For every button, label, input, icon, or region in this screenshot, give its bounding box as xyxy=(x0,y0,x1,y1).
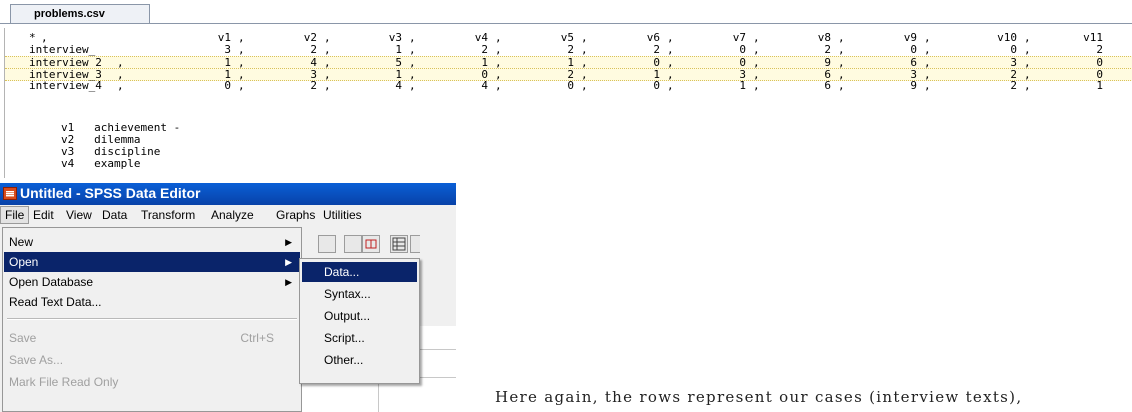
csv-delimiter: , xyxy=(409,79,416,92)
submenu-arrow-icon: ▶ xyxy=(285,277,292,287)
menu-item-label: Read Text Data... xyxy=(9,295,102,309)
csv-delimiter: , xyxy=(581,79,588,92)
csv-cell: 0 xyxy=(224,79,231,92)
csv-cell: 1 xyxy=(395,43,402,56)
menu-graphs[interactable]: Graphs xyxy=(276,207,315,223)
csv-cell: 2 xyxy=(653,43,660,56)
csv-cell: 3 xyxy=(224,43,231,56)
csv-delimiter: , xyxy=(238,43,245,56)
window-title: Untitled - SPSS Data Editor xyxy=(20,185,201,201)
csv-cell: 9 xyxy=(910,79,917,92)
csv-delimiter: , xyxy=(838,43,845,56)
submenu-item-script[interactable]: Script... xyxy=(302,328,417,348)
title-bar[interactable]: Untitled - SPSS Data Editor xyxy=(0,183,456,205)
menu-utilities[interactable]: Utilities xyxy=(323,207,362,223)
submenu-item-output[interactable]: Output... xyxy=(302,306,417,326)
menu-analyze[interactable]: Analyze xyxy=(211,207,254,223)
menu-item-mark-read-only[interactable]: Mark File Read Only xyxy=(4,372,300,392)
variable-definition-v4: v4 example xyxy=(61,157,141,170)
menu-item-open-database[interactable]: Open Database ▶ xyxy=(4,272,300,292)
menu-view[interactable]: View xyxy=(66,207,92,223)
csv-delimiter: , xyxy=(753,43,760,56)
shortcut-label: Ctrl+S xyxy=(240,331,274,345)
csv-row-label: interview_4 xyxy=(29,79,102,92)
menu-item-label: New xyxy=(9,235,34,249)
submenu-item-other[interactable]: Other... xyxy=(302,350,417,370)
menu-item-label: Mark File Read Only xyxy=(9,375,119,389)
csv-delimiter: , xyxy=(753,79,760,92)
submenu-item-syntax[interactable]: Syntax... xyxy=(302,284,417,304)
submenu-item-data[interactable]: Data... xyxy=(302,262,417,282)
csv-cell: 2 xyxy=(1010,79,1017,92)
csv-delimiter: , xyxy=(667,79,674,92)
submenu-arrow-icon: ▶ xyxy=(285,257,292,267)
toolbar xyxy=(300,229,456,259)
csv-delimiter: , xyxy=(409,43,416,56)
csv-delimiter: , xyxy=(495,79,502,92)
csv-cell: 0 xyxy=(567,79,574,92)
csv-cell: 4 xyxy=(481,79,488,92)
menu-separator xyxy=(7,318,297,320)
csv-cell: 2 xyxy=(481,43,488,56)
csv-delimiter: , xyxy=(838,79,845,92)
csv-cell: 2 xyxy=(310,43,317,56)
menu-item-save-as[interactable]: Save As... xyxy=(4,350,300,370)
tab-divider xyxy=(0,23,1132,24)
menu-item-label: Open Database xyxy=(9,275,94,289)
csv-delimiter: , xyxy=(324,43,331,56)
csv-cell: 0 xyxy=(653,79,660,92)
insert-variable-icon[interactable] xyxy=(362,235,380,253)
csv-data-row: interview_ 3, 2, 1, 2, 2, 2, 0, 2, 0, 0, 2 xyxy=(5,44,1132,56)
csv-delimiter: , xyxy=(1024,43,1031,56)
csv-delimiter: , xyxy=(324,79,331,92)
split-file-icon[interactable] xyxy=(390,235,408,253)
menu-item-label: Save xyxy=(9,331,37,345)
menu-item-label: Save As... xyxy=(9,353,64,367)
insert-cases-icon[interactable] xyxy=(344,235,362,253)
csv-cell: 1 xyxy=(739,79,746,92)
csv-cell: 1 xyxy=(1096,79,1103,92)
csv-cell: 2 xyxy=(567,43,574,56)
csv-cell: 0 xyxy=(910,43,917,56)
csv-delimiter: , xyxy=(924,43,931,56)
weight-cases-icon[interactable] xyxy=(410,235,420,253)
menu-item-open[interactable]: Open ▶ xyxy=(4,252,300,272)
csv-delimiter: , xyxy=(117,79,124,92)
file-tab-problems-csv[interactable]: problems.csv xyxy=(10,4,150,24)
file-menu-dropdown: New ▶ Open ▶ Open Database ▶ Read Text Data… xyxy=(2,227,302,412)
csv-row-label: interview_ xyxy=(29,43,96,56)
csv-delimiter: , xyxy=(238,79,245,92)
csv-delimiter: , xyxy=(924,79,931,92)
csv-cell: 2 xyxy=(824,43,831,56)
menu-item-read-text-data[interactable]: Read Text Data... xyxy=(4,292,300,312)
spss-data-editor-window: Untitled - SPSS Data Editor File Edit Vi… xyxy=(0,183,456,412)
csv-cell: 4 xyxy=(395,79,402,92)
csv-delimiter: , xyxy=(581,43,588,56)
csv-cell: 0 xyxy=(1010,43,1017,56)
menu-item-save[interactable]: Save Ctrl+S xyxy=(4,328,300,348)
menu-item-label: Open xyxy=(9,255,39,269)
submenu-arrow-icon: ▶ xyxy=(285,237,292,247)
find-icon[interactable] xyxy=(318,235,336,253)
menu-item-new[interactable]: New ▶ xyxy=(4,232,300,252)
csv-cell: 2 xyxy=(1096,43,1103,56)
csv-delimiter: , xyxy=(667,43,674,56)
csv-data-row: interview_4, 0, 2, 4, 4, 0, 0, 1, 6, 9, 2, 1 xyxy=(5,80,1132,92)
csv-text-area[interactable]: *, v1, v2, v3, v4, v5, v6, v7, v8, v9, v10, v11 inte… xyxy=(4,28,1132,178)
csv-cell: 6 xyxy=(824,79,831,92)
menu-bar: File Edit View Data Transform Analyze Gr… xyxy=(0,205,456,225)
menu-edit[interactable]: Edit xyxy=(33,207,54,223)
menu-transform[interactable]: Transform xyxy=(141,207,195,223)
spss-app-icon[interactable] xyxy=(3,187,17,200)
csv-cell: 2 xyxy=(310,79,317,92)
menu-data[interactable]: Data xyxy=(102,207,127,223)
body-paragraph: Here again, the rows represent our cases… xyxy=(495,388,1023,406)
menu-file[interactable]: File xyxy=(0,206,30,224)
csv-delimiter: , xyxy=(1024,79,1031,92)
open-submenu: Data... Syntax... Output... Script... Ot… xyxy=(299,258,420,384)
csv-cell: 0 xyxy=(739,43,746,56)
csv-delimiter: , xyxy=(495,43,502,56)
